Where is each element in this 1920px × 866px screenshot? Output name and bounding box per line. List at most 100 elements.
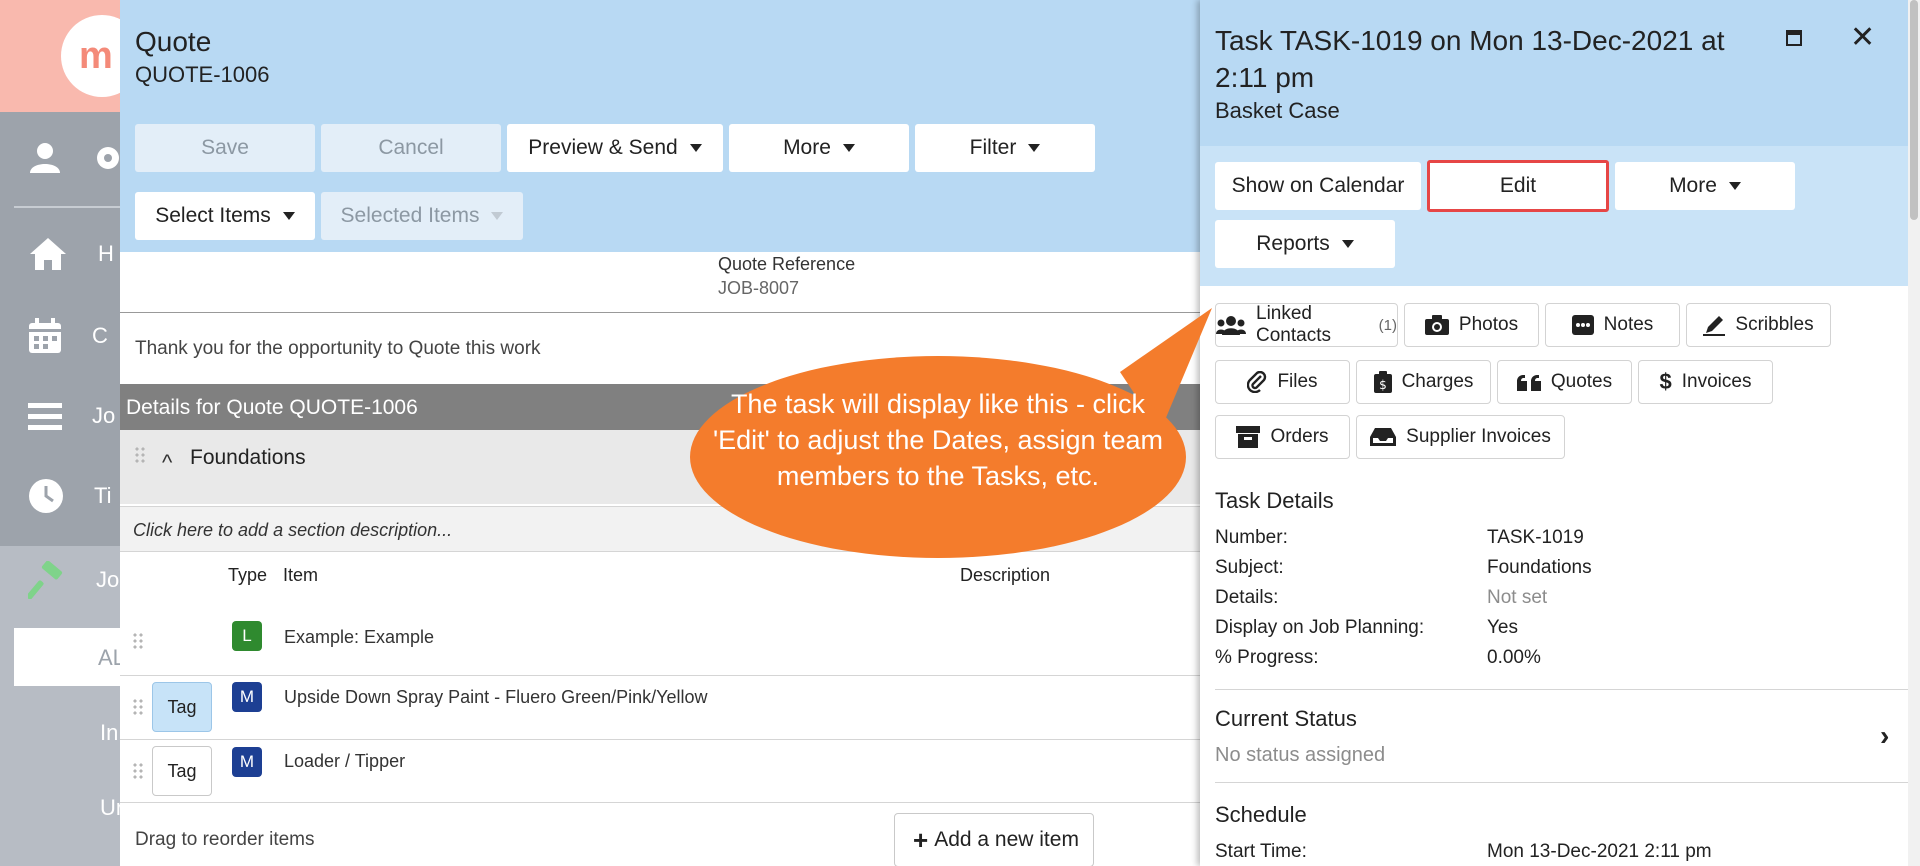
number-label: Number:	[1215, 527, 1288, 548]
scribbles-button[interactable]: Scribbles	[1686, 303, 1831, 347]
quote-reference-value: JOB-8007	[718, 278, 800, 298]
photos-label: Photos	[1458, 314, 1519, 335]
filter-button[interactable]: Filter	[915, 124, 1095, 172]
orders-button[interactable]: Orders	[1215, 415, 1350, 459]
close-icon[interactable]: ✕	[1850, 20, 1875, 55]
drag-handle-icon[interactable]	[132, 632, 144, 650]
sidebar-item-jobs[interactable]: Jo	[28, 394, 118, 438]
svg-text:$: $	[1379, 378, 1387, 392]
show-on-calendar-button[interactable]: Show on Calendar	[1215, 162, 1421, 210]
photos-button[interactable]: Photos	[1404, 303, 1539, 347]
divider	[120, 312, 1200, 313]
sidebar-item-time[interactable]: Ti	[28, 474, 118, 518]
caret-down-icon	[842, 144, 855, 152]
more-button[interactable]: More	[729, 124, 909, 172]
chevron-up-icon[interactable]: ^	[162, 450, 172, 476]
select-items-label: Select Items	[155, 204, 271, 227]
section-description-placeholder: Click here to add a section description.…	[133, 520, 453, 540]
invoices-button[interactable]: $ Invoices	[1638, 360, 1773, 404]
edit-button[interactable]: Edit	[1427, 160, 1609, 212]
cancel-button[interactable]: Cancel	[321, 124, 501, 172]
row-divider	[120, 739, 1200, 740]
gear-icon[interactable]	[92, 141, 122, 175]
scribbles-label: Scribbles	[1735, 314, 1814, 335]
supplier-invoices-button[interactable]: Supplier Invoices	[1356, 415, 1565, 459]
chevron-right-icon[interactable]: ›	[1880, 720, 1889, 752]
sidebar-item-label: H	[98, 241, 114, 266]
row-divider	[120, 675, 1200, 676]
item-name[interactable]: Example: Example	[284, 627, 434, 648]
dollar-icon: $	[1659, 369, 1672, 394]
progress-label: % Progress:	[1215, 647, 1319, 668]
type-badge: L	[232, 621, 262, 651]
drag-handle-icon[interactable]	[132, 698, 144, 716]
sidebar-user-row[interactable]	[28, 136, 119, 180]
divider	[1215, 689, 1908, 690]
sidebar-item-label: Jo	[96, 567, 120, 592]
orders-label: Orders	[1270, 426, 1329, 447]
app-sidebar: m H C Jo Ti Jo AL In Ur	[0, 0, 143, 866]
sidebar-item-label: Ti	[94, 483, 112, 508]
quote-title: Quote	[135, 26, 212, 57]
quote-icon	[1516, 373, 1541, 391]
sidebar-item-all[interactable]: AL	[14, 628, 125, 686]
selected-items-label: Selected Items	[340, 204, 480, 227]
preview-send-button[interactable]: Preview & Send	[507, 124, 723, 172]
quotes-label: Quotes	[1550, 371, 1613, 392]
task-panel: Task TASK-1019 on Mon 13-Dec-2021 at 2:1…	[1200, 0, 1920, 866]
drag-handle-icon[interactable]	[132, 762, 144, 780]
quote-reference-label: Quote Reference	[718, 254, 856, 274]
receipt-icon: $	[1373, 371, 1392, 393]
task-subtitle: Basket Case	[1215, 98, 1340, 123]
notes-button[interactable]: Notes	[1545, 303, 1680, 347]
quotes-button[interactable]: Quotes	[1497, 360, 1632, 404]
save-button[interactable]: Save	[135, 124, 315, 172]
tag-button[interactable]: Tag	[152, 682, 212, 732]
caret-down-icon	[1341, 240, 1354, 248]
scrollbar[interactable]	[1908, 0, 1920, 866]
sidebar-item-label: Jo	[92, 403, 116, 428]
drag-hint: Drag to reorder items	[135, 829, 315, 850]
preview-send-label: Preview & Send	[528, 136, 678, 159]
schedule-title: Schedule	[1215, 802, 1307, 827]
plus-icon: +	[913, 824, 929, 855]
task-header: Task TASK-1019 on Mon 13-Dec-2021 at 2:1…	[1200, 0, 1920, 146]
quote-intro[interactable]: Thank you for the opportunity to Quote t…	[135, 338, 541, 360]
inbox-icon	[1370, 428, 1397, 446]
select-items-button[interactable]: Select Items	[135, 192, 315, 240]
paperclip-icon	[1247, 371, 1267, 393]
maximize-icon[interactable]	[1786, 30, 1802, 46]
selected-items-button[interactable]: Selected Items	[321, 192, 523, 240]
user-icon	[30, 143, 60, 173]
files-button[interactable]: Files	[1215, 360, 1350, 404]
sidebar-item-calendar[interactable]: C	[28, 314, 118, 358]
item-name[interactable]: Upside Down Spray Paint - Fluero Green/P…	[284, 687, 708, 708]
tag-button[interactable]: Tag	[152, 746, 212, 796]
column-header-item: Item	[283, 565, 319, 585]
section-name[interactable]: Foundations	[190, 446, 306, 470]
row-divider	[120, 802, 1200, 803]
sidebar-item-job-tools[interactable]: Jo	[28, 558, 120, 602]
charges-button[interactable]: $ Charges	[1356, 360, 1491, 404]
task-more-button[interactable]: More	[1615, 162, 1795, 210]
cancel-button-label: Cancel	[378, 136, 444, 159]
add-item-button[interactable]: + Add a new item	[894, 813, 1094, 866]
comment-icon	[1571, 315, 1594, 335]
section-description[interactable]: Click here to add a section description.…	[120, 506, 1200, 552]
logo-band: m	[0, 0, 143, 112]
sidebar-subitem[interactable]: In	[100, 720, 118, 746]
sidebar-item-home[interactable]: H	[28, 232, 118, 276]
users-icon	[1216, 315, 1246, 335]
linked-contacts-button[interactable]: Linked Contacts (1)	[1215, 303, 1398, 347]
number-value: TASK-1019	[1487, 527, 1584, 548]
scrollbar-thumb[interactable]	[1910, 0, 1918, 220]
item-name[interactable]: Loader / Tipper	[284, 751, 405, 772]
type-badge: M	[232, 682, 262, 712]
caret-down-icon	[689, 144, 702, 152]
reports-button[interactable]: Reports	[1215, 220, 1395, 268]
hammer-icon	[28, 561, 63, 599]
task-toolbar: Show on Calendar Edit More Reports	[1200, 146, 1920, 286]
current-status-title: Current Status	[1215, 706, 1357, 731]
drag-handle-icon[interactable]	[134, 446, 146, 464]
box-icon	[1236, 426, 1261, 448]
